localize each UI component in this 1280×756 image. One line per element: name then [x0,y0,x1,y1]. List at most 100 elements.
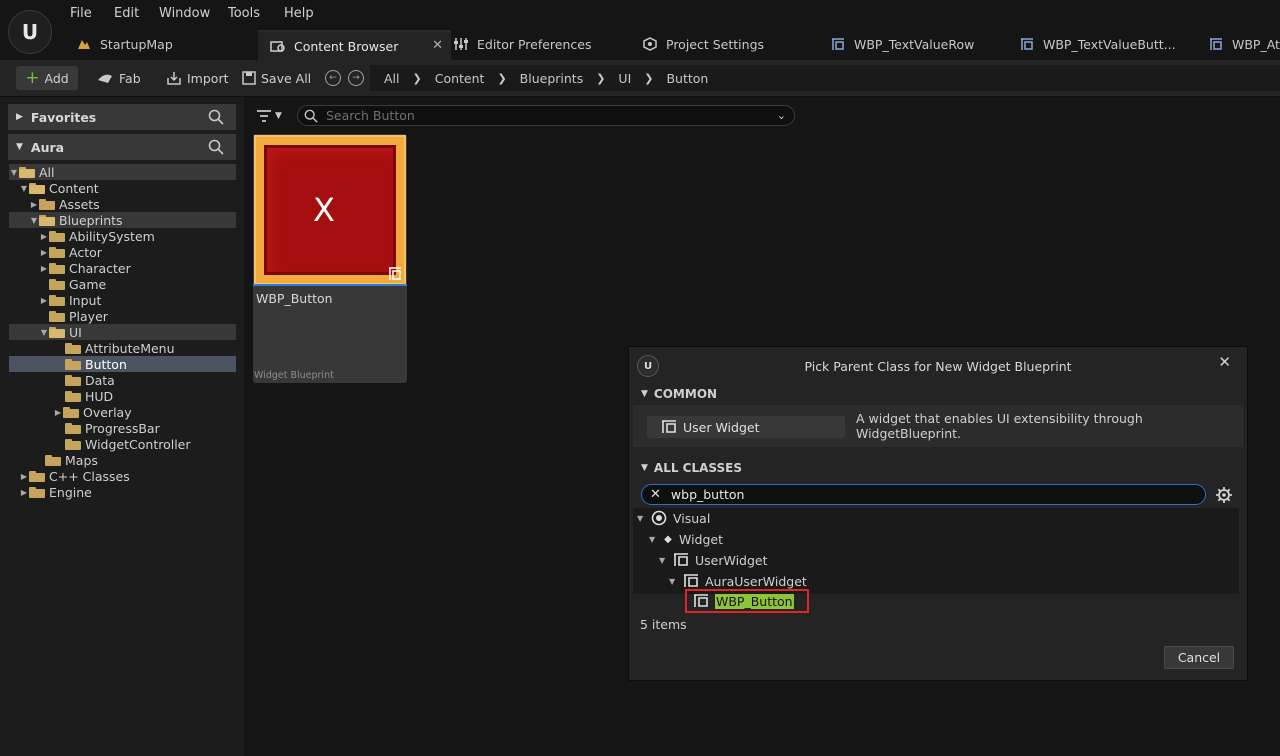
chevron-down-icon: ▼ [275,111,282,121]
tree-item-content[interactable]: ▼ Content [9,180,236,196]
menu-help[interactable]: Help [284,6,314,21]
class-row-aurauserwidget[interactable]: ▼ AuraUserWidget [669,571,807,591]
chevron-right-icon[interactable]: ❯ [497,72,506,85]
widget-icon [1210,38,1222,50]
chevron-down-icon: ▼ [641,463,648,473]
menu-tools[interactable]: Tools [228,6,260,21]
class-row-widget[interactable]: ▼ ◆ Widget [649,529,723,549]
tree-item-data[interactable]: Data [9,372,236,388]
chevron-right-icon: ▶ [30,199,38,209]
add-button[interactable]: + Add [16,66,78,90]
tree-item-input[interactable]: ▶ Input [9,292,236,308]
tab-label: Content Browser [294,38,399,54]
forward-arrow-icon[interactable]: → [348,70,364,86]
chevron-right-icon[interactable]: ❯ [644,72,653,85]
user-widget-button[interactable]: User Widget [647,416,845,438]
tree-label: Maps [65,452,98,468]
chevron-down-icon[interactable]: ⌄ [777,109,786,122]
filter-button[interactable]: ▼ [256,106,288,126]
tree-item-assets[interactable]: ▶ Assets [9,196,236,212]
tree-label: WidgetController [85,436,191,452]
tree-item-progressbar[interactable]: ProgressBar [9,420,236,436]
close-icon[interactable]: ✕ [1218,353,1231,371]
asset-type: Widget Blueprint [254,370,334,381]
class-row-wbp-button[interactable]: WBP_Button [685,589,809,613]
class-search-bar[interactable]: ✕ [641,484,1206,505]
sources-panel: ▶ Favorites ▼ Aura ▼ All ▼ Content ▶ Assets… [0,97,244,756]
breadcrumb-all[interactable]: All [384,71,400,86]
chevron-down-icon: ▼ [637,513,644,523]
tree-item-blueprints[interactable]: ▼ Blueprints [9,212,236,228]
asset-search-bar[interactable]: ⌄ [297,105,795,126]
tree-item-all[interactable]: ▼ All [9,164,236,180]
tab-project-settings[interactable]: Project Settings [630,30,822,58]
tab-editor-preferences[interactable]: Editor Preferences [441,30,633,58]
tab-wbp-att[interactable]: WBP_Att [1196,30,1280,58]
menu-edit[interactable]: Edit [114,6,139,21]
tree-label: Input [69,292,102,308]
tree-item-ui[interactable]: ▼ UI [9,324,236,340]
folder-icon [65,342,81,354]
tab-label: WBP_TextValueRow [854,36,975,52]
tree-item-actor[interactable]: ▶ Actor [9,244,236,260]
chevron-right-icon: ▶ [20,487,28,497]
asset-thumbnail: X [254,135,406,285]
tree-item-game[interactable]: Game [9,276,236,292]
widget-icon [662,420,676,433]
folder-icon [49,246,65,258]
gear-icon[interactable] [1215,486,1233,504]
favorites-header[interactable]: ▶ Favorites [8,104,236,130]
tree-item-maps[interactable]: Maps [9,452,236,468]
tree-label: Content [49,180,99,196]
tree-item-player[interactable]: Player [9,308,236,324]
menu-file[interactable]: File [70,6,92,21]
chevron-right-icon[interactable]: ❯ [596,72,605,85]
unreal-logo-icon[interactable]: U [8,10,52,54]
chevron-down-icon: ▼ [16,142,23,152]
asset-search-input[interactable] [324,107,768,124]
breadcrumb-button[interactable]: Button [666,71,708,86]
class-row-visual[interactable]: ▼ Visual [637,508,710,528]
search-icon[interactable] [208,139,224,155]
fab-button[interactable]: Fab [96,66,141,90]
tree-item-abilitysystem[interactable]: ▶ AbilitySystem [9,228,236,244]
tree-item-overlay[interactable]: ▶ Overlay [9,404,236,420]
save-all-button[interactable]: Save All [242,66,311,90]
search-icon[interactable] [208,109,224,125]
chevron-right-icon[interactable]: ❯ [413,72,422,85]
import-button[interactable]: Import [166,66,229,90]
breadcrumb-ui[interactable]: UI [618,71,631,86]
class-row-userwidget[interactable]: ▼ UserWidget [659,550,768,570]
tab-wbp-textvaluebutton[interactable]: WBP_TextValueButt... [1007,30,1199,58]
clear-icon[interactable]: ✕ [650,487,661,502]
tree-item-widgetcontroller[interactable]: WidgetController [9,436,236,452]
breadcrumb-blueprints[interactable]: Blueprints [520,71,584,86]
tree-label: Engine [49,484,92,500]
tab-label: WBP_Att [1232,36,1280,52]
cancel-button[interactable]: Cancel [1164,646,1234,669]
tree-item-character[interactable]: ▶ Character [9,260,236,276]
sliders-icon [454,38,468,50]
widget-icon [674,553,688,566]
back-arrow-icon[interactable]: ← [325,70,341,86]
tab-content-browser[interactable]: Content Browser ✕ [258,30,451,60]
chevron-down-icon: ▼ [649,534,656,544]
menu-window[interactable]: Window [159,6,210,21]
tree-item-cpp-classes[interactable]: ▶ C++ Classes [9,468,236,484]
tree-label: All [39,164,55,180]
tree-item-hud[interactable]: HUD [9,388,236,404]
tree-item-engine[interactable]: ▶ Engine [9,484,236,500]
tree-item-button[interactable]: Button [9,356,236,372]
all-classes-section-header[interactable]: ▼ ALL CLASSES [633,457,1243,479]
breadcrumb-content[interactable]: Content [435,71,485,86]
import-label: Import [187,70,229,86]
tree-item-attributemenu[interactable]: AttributeMenu [9,340,236,356]
asset-tile-wbp-button[interactable]: X WBP_Button Widget Blueprint [253,134,407,383]
tab-wbp-textvaluerow[interactable]: WBP_TextValueRow [818,30,1010,58]
tree-label: AttributeMenu [85,340,175,356]
common-section-header[interactable]: ▼ COMMON [633,383,1243,405]
folder-icon [39,198,55,210]
tab-startupmap[interactable]: StartupMap [64,30,261,58]
class-search-input[interactable] [668,486,1173,503]
project-header[interactable]: ▼ Aura [8,134,236,160]
